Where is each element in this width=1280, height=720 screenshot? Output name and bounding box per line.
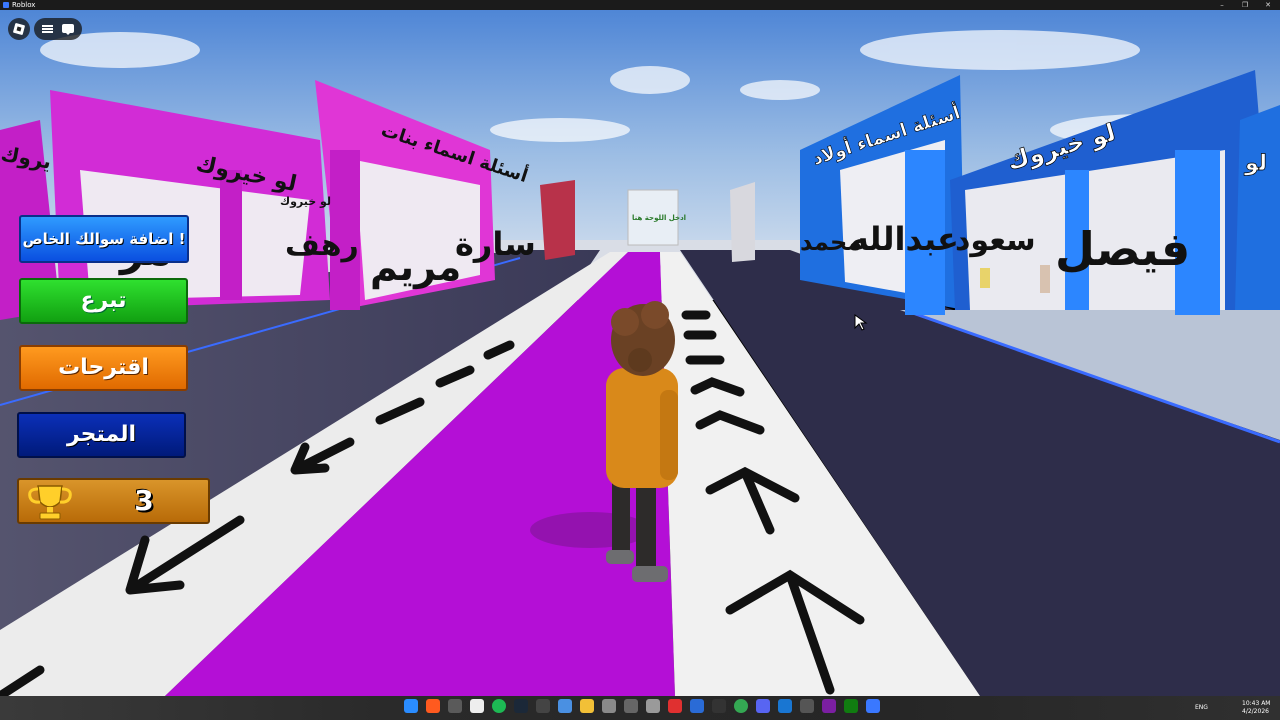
right-edge-sign: لو	[1244, 151, 1267, 176]
far-board-text: ادخل اللوحة هنا	[632, 214, 686, 222]
chrome-icon[interactable]	[734, 699, 748, 713]
windows-taskbar: ENG 10:43 AM 4/2/2026	[0, 696, 1280, 720]
spotify-icon[interactable]	[492, 699, 506, 713]
game-scene: لو خيروك أسئلة اسماء بنات يروك أسئلة اسم…	[0, 10, 1280, 696]
hamburger-icon[interactable]	[42, 25, 53, 33]
name-right-3: عبدالله	[850, 220, 959, 258]
game-viewport[interactable]: لو خيروك أسئلة اسماء بنات يروك أسئلة اسم…	[0, 10, 1280, 696]
donate-button[interactable]: تبرع	[19, 278, 188, 324]
discord-icon[interactable]	[756, 699, 770, 713]
tray-language[interactable]: ENG	[1195, 704, 1208, 712]
app-icon-2[interactable]	[558, 699, 572, 713]
name-left-3: رهف	[285, 228, 359, 263]
tray-time[interactable]: 10:43 AM	[1242, 700, 1270, 708]
wins-counter: 3	[17, 478, 210, 524]
maximize-button[interactable]: ❐	[1233, 0, 1257, 10]
app-icon[interactable]	[448, 699, 462, 713]
brave-icon[interactable]	[426, 699, 440, 713]
app-icon-3[interactable]	[602, 699, 616, 713]
app-icon-7[interactable]	[690, 699, 704, 713]
minimize-button[interactable]: –	[1210, 0, 1234, 10]
add-question-button[interactable]: اضافة سوالك الخاص !	[19, 215, 189, 263]
name-left-2: سارة	[455, 225, 536, 263]
app-icon-10[interactable]	[800, 699, 814, 713]
notepad-icon[interactable]	[470, 699, 484, 713]
roblox-taskbar-icon[interactable]	[866, 699, 880, 713]
folder-icon[interactable]	[580, 699, 594, 713]
start-icon[interactable]	[404, 699, 418, 713]
roblox-app-icon	[3, 2, 9, 8]
chat-icon[interactable]	[62, 24, 74, 35]
close-button[interactable]: ✕	[1256, 0, 1280, 10]
name-right-1: فيصل	[1055, 222, 1190, 276]
app-icon-9[interactable]	[778, 699, 792, 713]
topbar-controls[interactable]	[34, 18, 82, 40]
app-icon-11[interactable]	[822, 699, 836, 713]
name-right-4: محمد	[800, 228, 862, 256]
tray-date[interactable]: 4/2/2026	[1242, 708, 1269, 716]
window-title-bar: Roblox – ❐ ✕	[0, 0, 1280, 10]
wins-count: 3	[134, 484, 154, 517]
epic-icon[interactable]	[536, 699, 550, 713]
roblox-menu-button[interactable]	[8, 18, 30, 40]
window-title: Roblox	[12, 1, 36, 9]
suggestions-button[interactable]: اقترحات	[19, 345, 188, 391]
app-icon-5[interactable]	[646, 699, 660, 713]
small-sign-left: لو خيروك	[280, 195, 331, 208]
name-right-2: سعود	[955, 223, 1036, 258]
name-left-1: مريم	[370, 245, 461, 290]
app-icon-4[interactable]	[624, 699, 638, 713]
shop-button[interactable]: المتجر	[17, 412, 186, 458]
trophy-icon	[28, 485, 72, 520]
steam-icon[interactable]	[514, 699, 528, 713]
app-icon-8[interactable]	[712, 699, 726, 713]
app-icon-6[interactable]	[668, 699, 682, 713]
xbox-icon[interactable]	[844, 699, 858, 713]
